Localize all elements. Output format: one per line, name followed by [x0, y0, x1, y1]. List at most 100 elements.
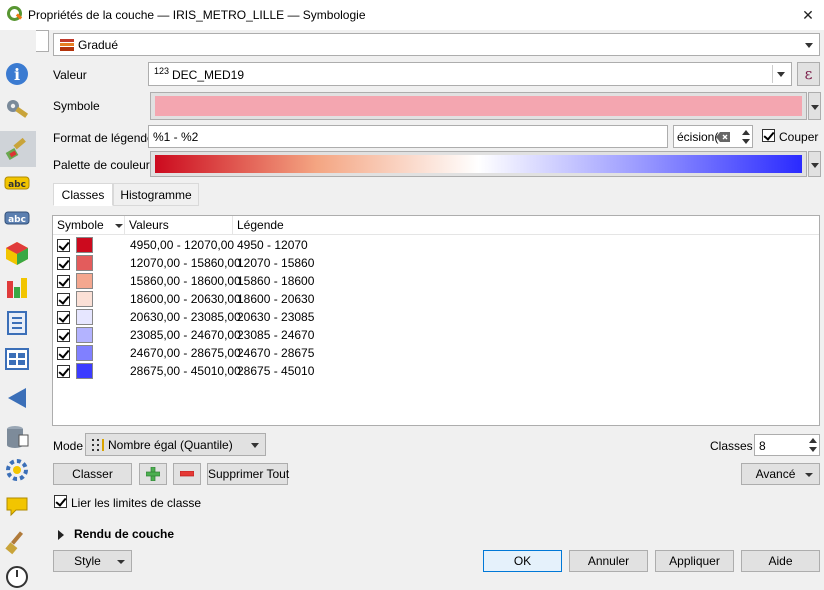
diagrams-icon[interactable] — [4, 275, 30, 301]
sort-arrow-icon — [115, 224, 123, 228]
joins-icon[interactable] — [4, 385, 30, 411]
color-ramp-menu-button[interactable] — [808, 151, 821, 177]
class-legend-cell[interactable]: 18600 - 20630 — [237, 292, 314, 306]
class-values-cell[interactable]: 24670,00 - 28675,00 — [130, 346, 241, 360]
table-row[interactable]: 20630,00 - 23085,00 20630 - 23085 — [53, 308, 819, 326]
valeur-field-combo[interactable]: 123 DEC_MED19 — [148, 62, 792, 86]
couper-checkbox[interactable] — [762, 129, 775, 142]
class-visible-checkbox[interactable] — [57, 239, 70, 252]
actions-icon[interactable] — [4, 457, 30, 483]
combo-divider — [772, 65, 773, 83]
class-color-swatch[interactable] — [76, 291, 93, 307]
class-legend-cell[interactable]: 15860 - 18600 — [237, 274, 314, 288]
table-row[interactable]: 23085,00 - 24670,00 23085 - 24670 — [53, 326, 819, 344]
add-class-button[interactable] — [139, 463, 167, 485]
spin-arrows-icon[interactable] — [742, 129, 750, 145]
expression-button[interactable]: ε — [797, 62, 820, 86]
format-legende-input[interactable]: %1 - %2 — [148, 125, 668, 148]
fields-icon[interactable] — [4, 310, 30, 336]
class-values-cell[interactable]: 15860,00 - 18600,00 — [130, 274, 241, 288]
class-legend-cell[interactable]: 20630 - 23085 — [237, 310, 314, 324]
class-color-swatch[interactable] — [76, 255, 93, 271]
appliquer-button[interactable]: Appliquer — [655, 550, 734, 572]
rendu-de-couche-label[interactable]: Rendu de couche — [74, 527, 174, 541]
spin-arrows-icon[interactable] — [809, 437, 817, 453]
table-row[interactable]: 12070,00 - 15860,00 12070 - 15860 — [53, 254, 819, 272]
auxiliary-storage-icon[interactable] — [4, 423, 30, 449]
header-symbole[interactable]: Symbole — [53, 216, 125, 235]
class-color-swatch[interactable] — [76, 237, 93, 253]
symbole-label: Symbole — [53, 99, 100, 113]
class-visible-checkbox[interactable] — [57, 347, 70, 360]
attributes-form-icon[interactable] — [4, 346, 30, 372]
classer-button[interactable]: Classer — [53, 463, 132, 485]
table-row[interactable]: 28675,00 - 45010,00 28675 - 45010 — [53, 362, 819, 380]
symbol-button[interactable] — [150, 92, 807, 120]
supprimer-tout-button[interactable]: Supprimer Tout — [207, 463, 289, 485]
class-visible-checkbox[interactable] — [57, 257, 70, 270]
class-legend-cell[interactable]: 28675 - 45010 — [237, 364, 314, 378]
symbol-menu-button[interactable] — [808, 92, 821, 120]
lier-limites-checkbox[interactable] — [54, 495, 67, 508]
class-values-cell[interactable]: 28675,00 - 45010,00 — [130, 364, 241, 378]
header-valeurs[interactable]: Valeurs — [125, 216, 233, 235]
expand-arrow-icon[interactable] — [58, 530, 64, 540]
class-visible-checkbox[interactable] — [57, 275, 70, 288]
tab-classes[interactable]: Classes — [53, 183, 113, 206]
class-color-swatch[interactable] — [76, 327, 93, 343]
color-ramp-button[interactable] — [150, 151, 807, 177]
information-icon[interactable]: i — [4, 61, 30, 87]
mode-select[interactable]: Nombre égal (Quantile) — [85, 433, 266, 456]
rendering-brush-icon[interactable] — [4, 529, 30, 555]
class-values-cell[interactable]: 18600,00 - 20630,00 — [130, 292, 241, 306]
class-color-swatch[interactable] — [76, 273, 93, 289]
class-values-cell[interactable]: 23085,00 - 24670,00 — [130, 328, 241, 342]
annuler-button[interactable]: Annuler — [569, 550, 648, 572]
class-values-cell[interactable]: 4950,00 - 12070,00 — [130, 238, 234, 252]
aide-button[interactable]: Aide — [741, 550, 820, 572]
table-row[interactable]: 15860,00 - 18600,00 15860 - 18600 — [53, 272, 819, 290]
class-color-swatch[interactable] — [76, 345, 93, 361]
style-menu-button[interactable]: Style — [53, 550, 132, 572]
classes-table[interactable]: Symbole Valeurs Légende 4950,00 - 12070,… — [52, 215, 820, 426]
masks-icon[interactable]: abc — [4, 205, 30, 231]
minus-icon — [180, 471, 194, 477]
header-legende[interactable]: Légende — [233, 216, 819, 235]
tab-histogramme[interactable]: Histogramme — [113, 183, 199, 206]
symbology-brush-icon[interactable] — [4, 136, 30, 162]
table-row[interactable]: 24670,00 - 28675,00 24670 - 28675 — [53, 344, 819, 362]
class-visible-checkbox[interactable] — [57, 329, 70, 342]
svg-text:i: i — [14, 65, 20, 84]
class-legend-cell[interactable]: 12070 - 15860 — [237, 256, 314, 270]
labels-icon[interactable]: abc — [4, 170, 30, 196]
format-legende-label: Format de légende — [53, 131, 154, 145]
classes-count-spinbox[interactable]: 8 — [754, 434, 820, 456]
class-visible-checkbox[interactable] — [57, 293, 70, 306]
close-button[interactable]: ✕ — [796, 3, 820, 27]
display-tips-icon[interactable] — [4, 493, 30, 519]
table-row[interactable]: 4950,00 - 12070,00 4950 - 12070 — [53, 236, 819, 254]
temporal-icon[interactable] — [4, 564, 30, 590]
avance-menu-button[interactable]: Avancé — [741, 463, 820, 485]
class-legend-cell[interactable]: 4950 - 12070 — [237, 238, 308, 252]
sidebar-scrollbar[interactable] — [36, 58, 48, 574]
remove-class-button[interactable] — [173, 463, 201, 485]
precision-spinbox[interactable]: écision( — [673, 125, 753, 148]
class-color-swatch[interactable] — [76, 309, 93, 325]
class-visible-checkbox[interactable] — [57, 365, 70, 378]
class-values-cell[interactable]: 20630,00 - 23085,00 — [130, 310, 241, 324]
class-legend-cell[interactable]: 23085 - 24670 — [237, 328, 314, 342]
table-row[interactable]: 18600,00 - 20630,00 18600 - 20630 — [53, 290, 819, 308]
quantile-mode-icon — [92, 439, 104, 451]
class-values-cell[interactable]: 12070,00 - 15860,00 — [130, 256, 241, 270]
3d-view-icon[interactable] — [4, 240, 30, 266]
class-legend-cell[interactable]: 24670 - 28675 — [237, 346, 314, 360]
ok-button[interactable]: OK — [483, 550, 562, 572]
class-visible-checkbox[interactable] — [57, 311, 70, 324]
class-color-swatch[interactable] — [76, 363, 93, 379]
window-title: Propriétés de la couche — IRIS_METRO_LIL… — [28, 8, 366, 22]
renderer-select[interactable]: Gradué — [53, 33, 820, 56]
svg-text:abc: abc — [8, 215, 26, 225]
clear-icon[interactable] — [716, 132, 730, 142]
source-settings-icon[interactable] — [4, 96, 30, 122]
